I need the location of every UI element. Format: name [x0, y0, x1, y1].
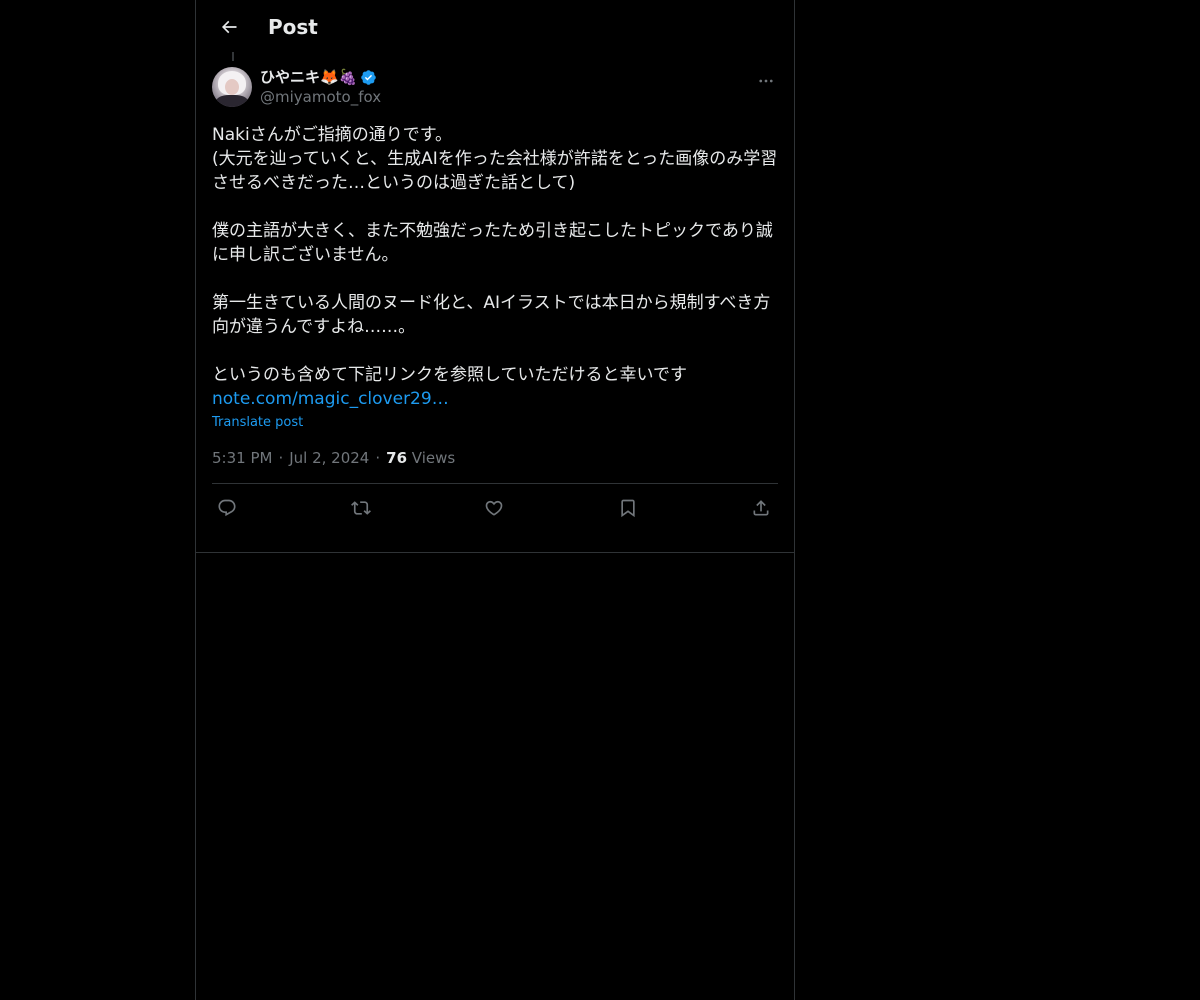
top-bar: Post	[196, 0, 794, 53]
post-date[interactable]: Jul 2, 2024	[289, 449, 369, 467]
meta-dot: ·	[278, 449, 284, 467]
avatar[interactable]	[212, 67, 252, 107]
views-count: 76	[386, 449, 408, 467]
share-button[interactable]	[744, 491, 778, 525]
views-label: Views	[411, 449, 456, 467]
thread-connector-line	[232, 52, 234, 61]
main-column: Post ひやニキ🦊🍇 @miyamoto_fox Nakiさんがご指摘の通りで…	[195, 0, 795, 1000]
translate-post-button[interactable]: Translate post	[212, 411, 303, 435]
reply-button[interactable]	[210, 491, 244, 525]
back-button[interactable]	[212, 10, 246, 44]
bookmark-button[interactable]	[611, 491, 645, 525]
post-text: Nakiさんがご指摘の通りです。 (大元を辿っていくと、生成AIを作った会社様が…	[212, 125, 778, 385]
more-dots-icon	[759, 79, 773, 83]
post-meta: 5:31 PM · Jul 2, 2024 · 76 Views	[212, 446, 778, 470]
post-time[interactable]: 5:31 PM	[212, 449, 272, 467]
avatar-body	[216, 95, 248, 107]
action-bar	[212, 484, 778, 532]
like-button[interactable]	[477, 491, 511, 525]
heart-icon	[485, 500, 503, 516]
share-icon	[753, 500, 769, 516]
author-names: ひやニキ🦊🍇 @miyamoto_fox	[260, 67, 381, 107]
display-name-row: ひやニキ🦊🍇	[260, 67, 381, 87]
bookmark-icon	[620, 499, 635, 518]
repost-icon	[350, 501, 371, 515]
meta-dot: ·	[375, 449, 381, 467]
handle[interactable]: @miyamoto_fox	[260, 87, 381, 107]
page-title: Post	[268, 14, 318, 39]
author-row: ひやニキ🦊🍇 @miyamoto_fox	[212, 63, 778, 111]
repost-button[interactable]	[344, 491, 378, 525]
post-bottom-divider	[196, 552, 794, 553]
reply-icon	[218, 499, 236, 517]
verified-badge-icon	[360, 69, 377, 86]
back-arrow-icon	[221, 20, 237, 33]
more-options-button[interactable]	[754, 69, 778, 93]
avatar-face	[225, 79, 239, 95]
post-link[interactable]: note.com/magic_clover29…	[212, 387, 778, 411]
display-name[interactable]: ひやニキ🦊🍇	[260, 67, 357, 87]
post: ひやニキ🦊🍇 @miyamoto_fox Nakiさんがご指摘の通りです。 (大…	[196, 63, 794, 532]
